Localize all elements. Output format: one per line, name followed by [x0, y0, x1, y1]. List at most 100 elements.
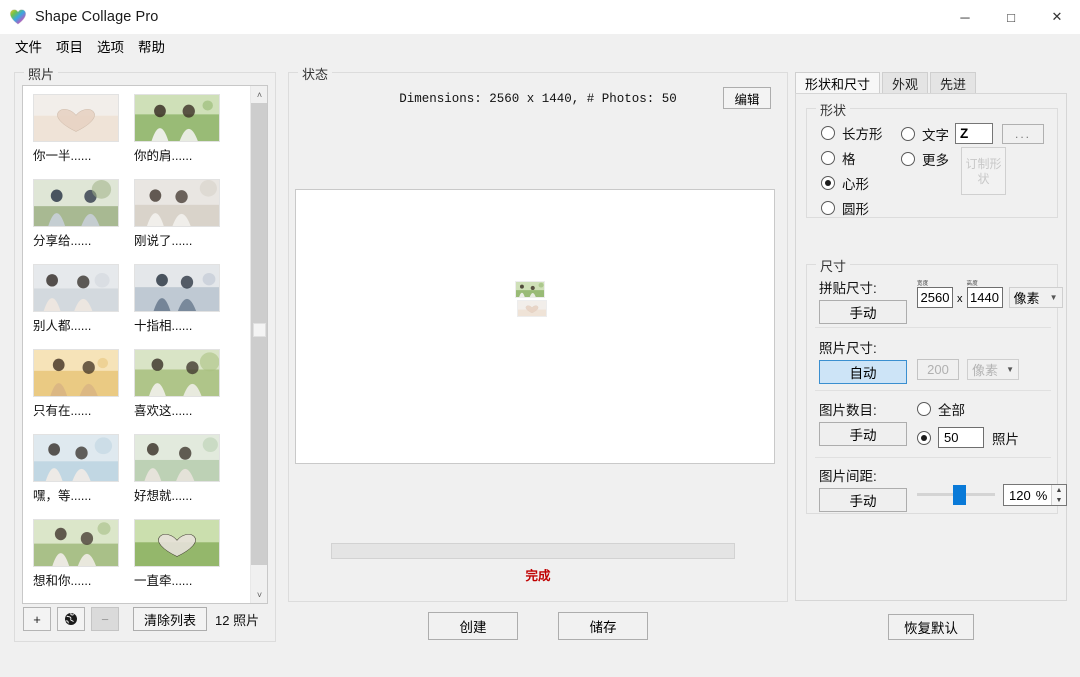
scroll-down-icon[interactable]: ˅	[251, 586, 267, 603]
photo-thumbnail[interactable]	[134, 94, 220, 142]
menu-options[interactable]: 选项	[90, 34, 131, 58]
radio-all-photos[interactable]: 全部	[917, 399, 1019, 419]
spacing-value[interactable]: 120	[1004, 488, 1031, 503]
action-buttons: 创建 储存	[288, 612, 788, 642]
menu-help[interactable]: 帮助	[131, 34, 172, 58]
slider-thumb[interactable]	[953, 485, 966, 505]
add-photo-button[interactable]: +	[23, 607, 51, 631]
photo-list-item[interactable]: 别人都......	[33, 264, 125, 334]
maximize-button[interactable]: □	[988, 0, 1034, 34]
save-button[interactable]: 储存	[558, 612, 648, 640]
collage-height-input[interactable]: 1440	[966, 287, 1003, 308]
tab-advanced[interactable]: 先进	[930, 72, 977, 94]
photo-thumbnail[interactable]	[33, 179, 119, 227]
spinner-up-icon[interactable]: ▲	[1052, 485, 1066, 495]
globe-icon[interactable]	[57, 607, 85, 631]
collage-tile	[515, 280, 546, 298]
collage-unit-value: 像素	[1013, 291, 1040, 306]
photo-size-input[interactable]: 200	[917, 359, 959, 380]
radio-number-photos[interactable]: 50 照片	[917, 427, 1019, 448]
menu-project[interactable]: 项目	[49, 34, 90, 58]
spacing-spinner[interactable]: 120 % ▲ ▼	[1003, 484, 1067, 506]
photo-list-item[interactable]: 你的肩......	[134, 94, 226, 164]
radio-grid[interactable]: 格	[821, 148, 883, 168]
photo-list-item[interactable]: 你一半......	[33, 94, 125, 164]
photo-list-item[interactable]: 好想就......	[134, 434, 226, 504]
photo-thumbnail[interactable]	[134, 179, 220, 227]
photo-list-item[interactable]: 喜欢这......	[134, 349, 226, 419]
radio-grid-label: 格	[842, 152, 856, 167]
radio-text-icon	[901, 126, 915, 141]
photo-spacing-mode-button[interactable]: 手动	[819, 488, 907, 512]
photo-list-item[interactable]: 只有在......	[33, 349, 125, 419]
edit-button[interactable]: 编辑	[723, 87, 771, 109]
photo-count-input[interactable]: 50	[938, 427, 984, 448]
tab-shape-and-size[interactable]: 形状和尺寸	[795, 72, 881, 94]
tab-appearance[interactable]: 外观	[882, 72, 929, 94]
collage-width-input[interactable]: 2560	[917, 287, 953, 308]
collage-preview[interactable]	[295, 189, 775, 464]
photo-list-item[interactable]: 想和你......	[33, 519, 125, 589]
photo-list-item[interactable]: 刚说了......	[134, 179, 226, 249]
title-bar: Shape Collage Pro ─ □ ✕	[0, 0, 1080, 34]
photo-thumbnail[interactable]	[134, 349, 220, 397]
photo-list-item[interactable]: 嘿，等......	[33, 434, 125, 504]
photo-thumbnail[interactable]	[134, 264, 220, 312]
radio-rectangle-label: 长方形	[842, 127, 883, 142]
photo-caption: 你一半......	[33, 149, 92, 163]
photo-size-mode-button[interactable]: 自动	[819, 360, 907, 384]
create-button[interactable]: 创建	[428, 612, 518, 640]
chevron-down-icon: ▼	[1049, 293, 1058, 302]
size-group-title: 尺寸	[816, 256, 851, 275]
spacing-slider[interactable]	[917, 485, 995, 505]
photos-scrollbar[interactable]: ˄ ˅	[250, 86, 267, 603]
photo-caption: 只有在......	[33, 404, 92, 418]
photos-list[interactable]: 你一半...... 你的肩...... 分享给...... 刚说了...... 别人都.…	[22, 85, 268, 604]
shape-text-input[interactable]: Z	[955, 123, 993, 144]
restore-defaults-button[interactable]: 恢复默认	[888, 614, 974, 640]
radio-circle-icon	[821, 201, 835, 215]
photo-thumbnail[interactable]	[33, 94, 119, 142]
remove-photo-button[interactable]: −	[91, 607, 119, 631]
close-button[interactable]: ✕	[1034, 0, 1080, 34]
photo-thumbnail[interactable]	[33, 434, 119, 482]
settings-tabs: 形状和尺寸 外观 先进	[795, 72, 978, 94]
photo-thumbnail[interactable]	[134, 434, 220, 482]
photo-thumbnail[interactable]	[33, 349, 119, 397]
spinner-arrows[interactable]: ▲ ▼	[1051, 485, 1066, 505]
radio-more-icon	[901, 152, 915, 166]
photo-count-mode-button[interactable]: 手动	[819, 422, 907, 446]
photo-list-item[interactable]: 十指相......	[134, 264, 226, 334]
photo-count-label: 图片数目:	[819, 403, 877, 418]
minimize-button[interactable]: ─	[942, 0, 988, 34]
photo-list-item[interactable]: 分享给......	[33, 179, 125, 249]
photo-count-label: 12 照片	[215, 612, 260, 628]
radio-rectangle[interactable]: 长方形	[821, 123, 883, 143]
radio-circle[interactable]: 圆形	[821, 198, 883, 218]
photos-panel: 照片 你一半...... 你的肩...... 分享给...... 刚说了...... 别…	[14, 64, 276, 642]
photo-caption: 一直牵......	[134, 574, 193, 588]
clear-list-button[interactable]: 清除列表	[133, 607, 208, 631]
radio-text[interactable]: 文字 Z ...	[901, 123, 1044, 144]
status-panel: 状态 Dimensions: 2560 x 1440, # Photos: 50…	[288, 64, 788, 602]
radio-all-photos-label: 全部	[938, 403, 965, 418]
spinner-down-icon[interactable]: ▼	[1052, 495, 1066, 505]
photo-caption: 嘿，等......	[33, 489, 92, 503]
scrollbar-thumb[interactable]	[251, 103, 267, 565]
scroll-up-icon[interactable]: ˄	[251, 86, 267, 103]
collage-unit-select[interactable]: 像素 ▼	[1008, 287, 1063, 308]
photo-thumbnail[interactable]	[33, 264, 119, 312]
photo-thumbnail[interactable]	[33, 519, 119, 567]
radio-circle-label: 圆形	[842, 202, 869, 217]
photo-caption: 分享给......	[33, 234, 92, 248]
browse-button[interactable]: ...	[1002, 123, 1044, 144]
window-controls: ─ □ ✕	[942, 0, 1080, 34]
photo-thumbnail[interactable]	[134, 519, 220, 567]
menu-file[interactable]: 文件	[8, 34, 49, 58]
photo-count-suffix: 照片	[992, 431, 1019, 447]
custom-shape-preview[interactable]: 订制形状	[961, 147, 1006, 195]
photo-size-unit-select[interactable]: 像素 ▼	[967, 359, 1019, 380]
photo-list-item[interactable]: 一直牵......	[134, 519, 226, 589]
radio-heart[interactable]: 心形	[821, 173, 883, 193]
collage-size-mode-button[interactable]: 手动	[819, 300, 907, 324]
